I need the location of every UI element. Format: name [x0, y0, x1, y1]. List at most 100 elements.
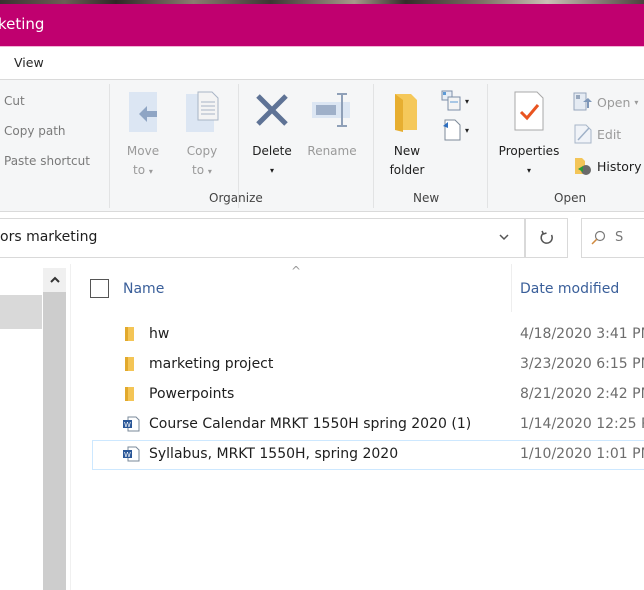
ribbon-separator — [109, 84, 110, 208]
easy-access-icon — [443, 119, 461, 141]
chevron-down-icon: ▾ — [148, 167, 153, 176]
sort-ascending-icon: ^ — [291, 264, 302, 278]
history-button[interactable]: History — [573, 156, 641, 176]
new-group-label: New — [413, 191, 440, 205]
search-box[interactable]: S — [581, 218, 644, 258]
scroll-up-button[interactable] — [43, 268, 66, 292]
ribbon: Cut Copy path Paste shortcut Move to ▾ C… — [0, 80, 644, 212]
copy-to-label: Copy — [186, 144, 218, 158]
copy-path-button[interactable]: Copy path — [4, 124, 66, 138]
column-header: Name ^ Date modified — [71, 264, 644, 312]
word-document-icon: W — [123, 416, 140, 432]
file-row[interactable]: W Course Calendar MRKT 1550H spring 2020… — [92, 410, 644, 440]
address-path: ors marketing — [0, 229, 98, 245]
open-button[interactable]: Open ▾ — [573, 92, 638, 112]
column-date-modified[interactable]: Date modified — [520, 281, 619, 297]
navigation-pane — [0, 264, 43, 590]
title-bar[interactable]: keting — [0, 4, 644, 46]
nav-selected-item[interactable] — [0, 295, 42, 329]
new-item-icon — [441, 90, 461, 111]
delete-label: Delete — [252, 144, 292, 158]
move-to-icon — [129, 92, 157, 132]
new-folder-label-2: folder — [389, 163, 425, 177]
move-to-label-2: to — [133, 163, 146, 177]
file-row[interactable]: W Syllabus, MRKT 1550H, spring 2020 1/10… — [92, 440, 644, 470]
rename-label: Rename — [307, 144, 357, 158]
copy-to-label-2: to — [192, 163, 205, 177]
file-name: Course Calendar MRKT 1550H spring 2020 (… — [149, 416, 472, 432]
folder-icon — [125, 387, 134, 401]
organize-group-label: Organize — [209, 191, 263, 205]
copy-path-label: Copy path — [4, 124, 66, 138]
column-separator[interactable] — [511, 264, 512, 312]
cut-label: Cut — [4, 94, 25, 108]
new-folder-icon — [395, 94, 417, 132]
file-name: Syllabus, MRKT 1550H, spring 2020 — [149, 446, 399, 462]
easy-access-button[interactable]: ▾ — [441, 118, 469, 142]
open-group-label: Open — [554, 191, 587, 205]
properties-icon — [514, 91, 544, 131]
rename-button[interactable]: Rename — [303, 90, 361, 161]
copy-to-button[interactable]: Copy to ▾ — [180, 90, 224, 181]
file-date: 1/10/2020 1:01 PM — [520, 446, 644, 462]
file-date: 4/18/2020 3:41 PM — [520, 326, 644, 342]
refresh-button[interactable] — [525, 218, 568, 258]
word-document-icon: W — [123, 446, 140, 462]
chevron-down-icon: ▾ — [526, 166, 531, 175]
address-bar[interactable]: ors marketing — [0, 218, 525, 258]
file-name: Powerpoints — [149, 386, 235, 402]
properties-button[interactable]: Properties ▾ — [494, 90, 564, 180]
ribbon-separator — [238, 84, 239, 208]
column-name[interactable]: Name — [123, 281, 164, 297]
cut-button[interactable]: Cut — [4, 94, 25, 108]
chevron-down-icon: ▾ — [269, 166, 274, 175]
file-name: hw — [149, 326, 170, 342]
svg-text:W: W — [124, 451, 131, 459]
ribbon-separator — [373, 84, 374, 208]
file-date: 1/14/2020 12:25 PM — [520, 416, 644, 432]
chevron-down-icon: ▾ — [465, 125, 470, 135]
select-all-checkbox[interactable] — [90, 279, 109, 298]
chevron-up-icon — [49, 276, 60, 283]
paste-shortcut-label: Paste shortcut — [4, 154, 90, 168]
new-folder-label: New — [393, 144, 421, 158]
chevron-down-icon: ▾ — [207, 167, 212, 176]
move-to-label: Move — [126, 144, 160, 158]
pane-divider[interactable] — [70, 264, 71, 590]
delete-button[interactable]: Delete ▾ — [247, 90, 297, 180]
svg-text:W: W — [124, 421, 131, 429]
chevron-down-icon[interactable] — [498, 231, 510, 243]
new-folder-button[interactable]: New folder — [385, 90, 429, 180]
edit-icon — [574, 124, 592, 144]
new-item-button[interactable]: ▾ — [441, 90, 469, 112]
file-row[interactable]: Powerpoints 8/21/2020 2:42 PM — [92, 380, 644, 410]
open-icon — [573, 92, 592, 111]
file-name: marketing project — [149, 356, 274, 372]
history-icon — [575, 158, 591, 175]
rename-icon — [312, 93, 350, 127]
file-row[interactable]: hw 4/18/2020 3:41 PM — [92, 320, 644, 350]
properties-label: Properties — [498, 144, 560, 158]
window-title: keting — [0, 15, 45, 33]
search-icon — [591, 230, 606, 245]
move-to-button[interactable]: Move to ▾ — [121, 90, 165, 181]
file-date: 8/21/2020 2:42 PM — [520, 386, 644, 402]
ribbon-tab-bar: View — [0, 46, 644, 80]
open-label: Open — [597, 94, 631, 110]
copy-to-icon — [186, 91, 219, 132]
tab-view[interactable]: View — [14, 55, 44, 70]
file-list: hw 4/18/2020 3:41 PM marketing project 3… — [92, 320, 644, 470]
refresh-icon — [540, 230, 553, 244]
edit-button[interactable]: Edit — [573, 124, 621, 144]
nav-scrollbar[interactable] — [43, 268, 66, 590]
chevron-down-icon: ▾ — [634, 97, 639, 107]
ribbon-separator — [487, 84, 488, 208]
chevron-down-icon: ▾ — [465, 96, 470, 106]
address-bar-row: ors marketing S — [0, 212, 644, 264]
file-row[interactable]: marketing project 3/23/2020 6:15 PM — [92, 350, 644, 380]
history-label: History — [597, 158, 642, 174]
paste-shortcut-button[interactable]: Paste shortcut — [4, 154, 90, 168]
folder-icon — [125, 327, 134, 341]
folder-icon — [125, 357, 134, 371]
edit-label: Edit — [597, 126, 622, 142]
